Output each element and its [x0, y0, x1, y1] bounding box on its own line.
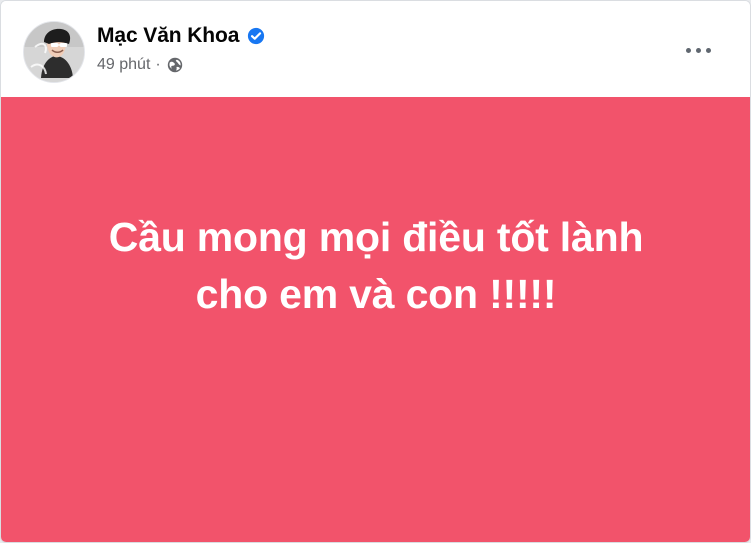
post-metadata: 49 phút ·	[97, 54, 184, 76]
more-dot-icon	[705, 47, 711, 53]
facebook-post-card: Mạc Văn Khoa 49 phút · Cầu mong mọi điều…	[0, 0, 751, 543]
post-header: Mạc Văn Khoa 49 phút ·	[1, 1, 750, 97]
verified-badge-icon	[248, 27, 265, 45]
more-dot-icon	[695, 47, 701, 53]
avatar-image	[24, 22, 84, 82]
author-name-link[interactable]: Mạc Văn Khoa	[97, 24, 239, 48]
author-line: Mạc Văn Khoa	[97, 23, 265, 49]
profile-avatar-icon[interactable]	[23, 21, 85, 83]
metadata-separator: ·	[155, 56, 161, 73]
post-timestamp-link[interactable]: 49 phút	[97, 56, 150, 74]
more-options-icon	[685, 47, 711, 53]
more-options-button[interactable]	[676, 31, 720, 69]
more-dot-icon	[685, 47, 691, 53]
status-message: Cầu mong mọi điều tốt lành cho em và con…	[108, 214, 644, 317]
globe-icon[interactable]	[166, 56, 184, 74]
